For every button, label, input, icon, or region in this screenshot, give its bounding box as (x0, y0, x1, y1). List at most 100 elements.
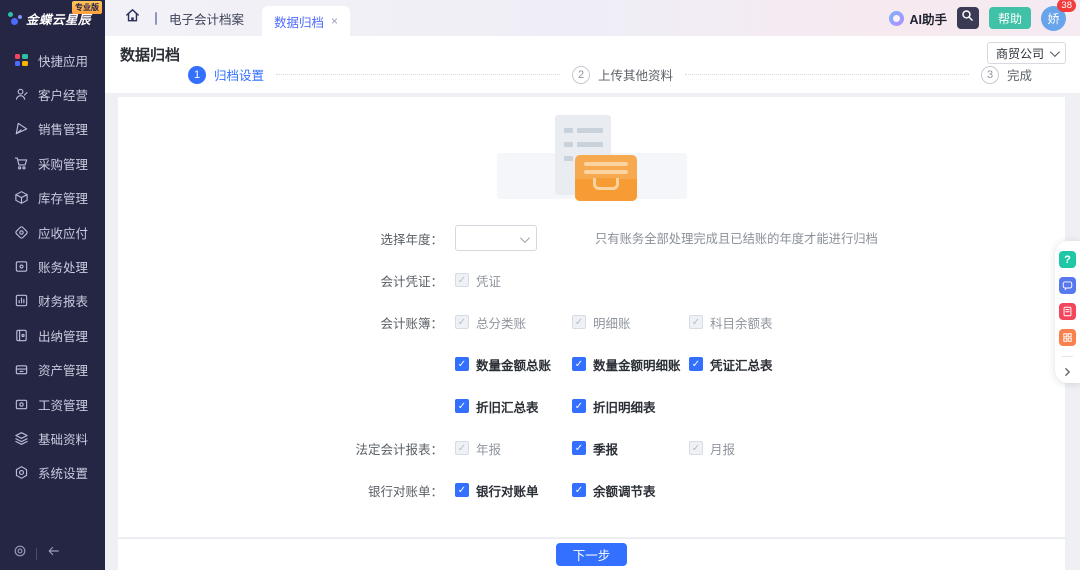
step-number: 3 (981, 66, 999, 84)
stepper: 1 归档设置 2 上传其他资料 3 完成 (188, 65, 1032, 84)
sidebar-item-payroll[interactable]: 工资管理 (0, 387, 105, 421)
floating-toolbar: ? (1055, 241, 1080, 383)
checkbox-icon (455, 441, 469, 455)
customer-icon (13, 87, 29, 103)
sidebar-footer-divider (36, 548, 37, 560)
step-number: 2 (572, 66, 590, 84)
ai-assistant-icon (889, 11, 904, 26)
page-title: 数据归档 (120, 44, 180, 65)
checkbox-subsidiary-ledger: 明细账 (572, 313, 689, 332)
statutory-report-row: 法定会计报表： 年报 季报 月报 (355, 435, 1065, 461)
ledger-row: 会计账簿： 总分类账 明细账 科目余额表 (355, 309, 1065, 335)
notebook-icon (13, 327, 29, 343)
user-avatar-wrap: 娇 38 (1041, 6, 1066, 31)
checkbox-depreciation-summary[interactable]: 折旧汇总表 (455, 397, 572, 416)
search-button[interactable] (957, 7, 979, 29)
step-number: 1 (188, 66, 206, 84)
notification-badge: 38 (1057, 0, 1076, 12)
checkbox-voucher: 凭证 (455, 271, 572, 290)
checkbox-bank-statement[interactable]: 银行对账单 (455, 481, 572, 500)
sidebar-item-customer[interactable]: 客户经营 (0, 77, 105, 111)
cube-icon (13, 190, 29, 206)
checkbox-icon (689, 441, 703, 455)
year-select[interactable] (455, 225, 537, 251)
year-hint: 只有账务全部处理完成且已结账的年度才能进行归档 (595, 229, 878, 247)
step-connector (276, 74, 560, 75)
checkbox-qty-amount-detail[interactable]: 数量金额明细账 (572, 355, 689, 374)
checkbox-qty-amount-ledger[interactable]: 数量金额总账 (455, 355, 572, 374)
sales-icon (13, 121, 29, 137)
checkbox-icon (455, 315, 469, 329)
year-row: 选择年度： 只有账务全部处理完成且已结账的年度才能进行归档 (355, 225, 1065, 251)
sidebar-item-inventory[interactable]: 库存管理 (0, 181, 105, 215)
home-button[interactable] (121, 7, 143, 29)
sidebar-item-assets[interactable]: 资产管理 (0, 353, 105, 387)
apps-grid-icon[interactable] (1059, 329, 1076, 346)
step-connector (685, 74, 969, 75)
help-question-icon[interactable]: ? (1059, 251, 1076, 268)
edition-badge: 专业版 (72, 1, 102, 14)
checkbox-balance-reconciliation[interactable]: 余额调节表 (572, 481, 689, 500)
sidebar-item-base-data[interactable]: 基础资料 (0, 421, 105, 455)
ai-assistant-label: AI助手 (909, 9, 947, 28)
brand-logo: 金蝶云星辰 专业版 (0, 0, 105, 36)
collapse-arrow-icon[interactable] (46, 544, 61, 563)
bank-statement-row: 银行对账单： 银行对账单 余额调节表 (355, 477, 1065, 503)
tab-label: 数据归档 (274, 12, 324, 31)
step-label: 上传其他资料 (598, 65, 673, 84)
chevron-down-icon (1050, 47, 1060, 57)
sidebar-item-sales[interactable]: 销售管理 (0, 112, 105, 146)
chevron-down-icon (520, 233, 530, 243)
checkbox-icon (455, 273, 469, 287)
step-archive-settings: 1 归档设置 (188, 65, 264, 84)
checkbox-account-balance: 科目余额表 (689, 313, 806, 332)
checkbox-icon (455, 399, 469, 413)
company-name: 商贸公司 (996, 45, 1044, 62)
bar-chart-icon (13, 293, 29, 309)
sidebar-item-ar-ap[interactable]: 应收应付 (0, 215, 105, 249)
nav-divider (155, 12, 157, 25)
layers-icon (13, 430, 29, 446)
checkbox-icon (572, 399, 586, 413)
company-selector[interactable]: 商贸公司 (987, 42, 1066, 64)
next-step-button[interactable]: 下一步 (556, 543, 628, 566)
tab-data-archive[interactable]: 数据归档 × (262, 6, 350, 36)
checkbox-quarterly-report[interactable]: 季报 (572, 439, 689, 458)
top-bar-actions: AI助手 帮助 娇 38 (889, 0, 1070, 36)
ai-assistant-button[interactable]: AI助手 (889, 9, 947, 28)
checkbox-general-ledger: 总分类账 (455, 313, 572, 332)
sidebar-item-cashier[interactable]: 出纳管理 (0, 318, 105, 352)
form-footer: 下一步 (118, 539, 1065, 570)
sidebar-item-settings[interactable]: 系统设置 (0, 456, 105, 490)
tab-close-icon[interactable]: × (331, 15, 338, 27)
checkbox-monthly-report: 月报 (689, 439, 806, 458)
ledger-icon (13, 259, 29, 275)
card-icon (13, 396, 29, 412)
cart-icon (13, 155, 29, 171)
step-finish: 3 完成 (981, 65, 1032, 84)
checkbox-depreciation-detail[interactable]: 折旧明细表 (572, 397, 689, 416)
step-label: 完成 (1007, 65, 1032, 84)
gear-icon (13, 465, 29, 481)
sidebar-settings-icon[interactable] (13, 544, 27, 563)
invoice-icon[interactable] (1059, 303, 1076, 320)
sidebar-item-reports[interactable]: 财务报表 (0, 284, 105, 318)
sidebar-item-quick-apps[interactable]: 快捷应用 (0, 43, 105, 77)
checkbox-voucher-summary[interactable]: 凭证汇总表 (689, 355, 806, 374)
sidebar-footer (13, 544, 61, 563)
ledger-row-3: 折旧汇总表 折旧明细表 (355, 393, 1065, 419)
brand-logo-icon (7, 9, 22, 27)
chat-support-icon[interactable] (1059, 277, 1076, 294)
sidebar-item-accounting[interactable]: 账务处理 (0, 249, 105, 283)
step-upload-other: 2 上传其他资料 (572, 65, 673, 84)
sidebar-item-purchase[interactable]: 采购管理 (0, 146, 105, 180)
help-button[interactable]: 帮助 (989, 7, 1031, 29)
year-label: 选择年度： (355, 229, 443, 248)
checkbox-icon (689, 357, 703, 371)
nav-item-archive[interactable]: 电子会计档案 (169, 9, 244, 28)
top-navigation: 电子会计档案 数据归档 × (105, 0, 350, 36)
archive-form: 选择年度： 只有账务全部处理完成且已结账的年度才能进行归档 会计凭证： 凭证 会… (118, 225, 1065, 503)
search-icon (961, 9, 974, 27)
collapse-chevron-icon[interactable] (1063, 367, 1072, 377)
toolbar-divider (1062, 356, 1073, 357)
